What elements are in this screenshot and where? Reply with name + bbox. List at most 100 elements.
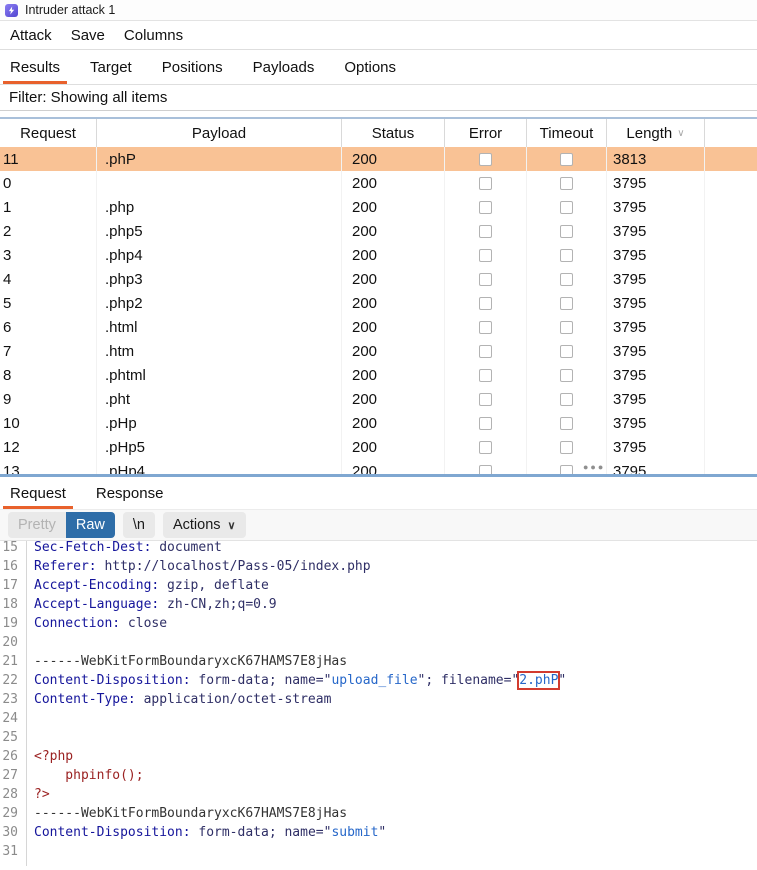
timeout-checkbox[interactable] — [560, 201, 573, 214]
code-token: gzip, deflate — [159, 578, 269, 593]
column-header-payload[interactable]: Payload — [97, 119, 342, 147]
column-header-status[interactable]: Status — [342, 119, 445, 147]
tab-positions[interactable]: Positions — [155, 50, 230, 84]
code-line: Accept-Encoding: gzip, deflate — [34, 576, 757, 595]
filter-label: Filter: Showing all items — [9, 89, 167, 106]
menu-attack[interactable]: Attack — [10, 27, 52, 44]
tab-target[interactable]: Target — [83, 50, 139, 84]
request-editor[interactable]: 1516171819202122232425262728293031 Sec-F… — [0, 541, 757, 866]
error-checkbox[interactable] — [479, 345, 492, 358]
tab-results[interactable]: Results — [3, 50, 67, 84]
error-cell — [445, 171, 527, 195]
table-row[interactable]: 4.php32003795 — [0, 267, 757, 291]
error-cell — [445, 195, 527, 219]
column-header-length[interactable]: Length∨ — [607, 119, 705, 147]
error-checkbox[interactable] — [479, 369, 492, 382]
timeout-checkbox[interactable] — [560, 297, 573, 310]
timeout-cell — [527, 315, 607, 339]
timeout-checkbox[interactable] — [560, 177, 573, 190]
payload-cell: .pht — [97, 387, 342, 411]
error-checkbox[interactable] — [479, 441, 492, 454]
tab-options[interactable]: Options — [337, 50, 403, 84]
error-cell — [445, 243, 527, 267]
error-checkbox[interactable] — [479, 201, 492, 214]
length-cell: 3795 — [607, 171, 705, 195]
menu-columns[interactable]: Columns — [124, 27, 183, 44]
splitter-handle[interactable]: ●●● — [583, 462, 605, 472]
menu-save[interactable]: Save — [71, 27, 105, 44]
panel-splitter[interactable]: ●●● — [0, 474, 757, 477]
timeout-checkbox[interactable] — [560, 369, 573, 382]
line-number: 25 — [0, 728, 18, 747]
filter-bar[interactable]: Filter: Showing all items — [0, 85, 757, 111]
code-token: Content-Disposition: — [34, 673, 191, 688]
length-cell: 3795 — [607, 195, 705, 219]
timeout-checkbox[interactable] — [560, 345, 573, 358]
code-line: Sec-Fetch-Dest: document — [34, 541, 757, 557]
table-row[interactable]: 11.phP2003813 — [0, 147, 757, 171]
timeout-checkbox[interactable] — [560, 441, 573, 454]
table-row[interactable]: 13.pHp42003795 — [0, 459, 757, 474]
actions-button[interactable]: Actions ∨ — [163, 512, 246, 538]
column-header-timeout[interactable]: Timeout — [527, 119, 607, 147]
error-checkbox[interactable] — [479, 153, 492, 166]
code-token: <?php — [34, 749, 73, 764]
request-cell: 11 — [0, 147, 97, 171]
request-cell: 9 — [0, 387, 97, 411]
newline-toggle-button[interactable]: \n — [123, 512, 155, 538]
tab-payloads[interactable]: Payloads — [246, 50, 322, 84]
tab-request[interactable]: Request — [3, 477, 73, 509]
line-number: 22 — [0, 671, 18, 690]
table-row[interactable]: 2.php52003795 — [0, 219, 757, 243]
error-checkbox[interactable] — [479, 321, 492, 334]
table-row[interactable]: 02003795 — [0, 171, 757, 195]
error-checkbox[interactable] — [479, 249, 492, 262]
code-line: ?> — [34, 785, 757, 804]
message-tab-bar: Request Response — [0, 477, 757, 510]
status-cell: 200 — [342, 459, 445, 474]
timeout-checkbox[interactable] — [560, 225, 573, 238]
timeout-checkbox[interactable] — [560, 321, 573, 334]
table-row[interactable]: 6.html2003795 — [0, 315, 757, 339]
table-row[interactable]: 7.htm2003795 — [0, 339, 757, 363]
table-row[interactable]: 1.php2003795 — [0, 195, 757, 219]
table-row[interactable]: 8.phtml2003795 — [0, 363, 757, 387]
timeout-checkbox[interactable] — [560, 417, 573, 430]
timeout-cell — [527, 411, 607, 435]
timeout-cell — [527, 243, 607, 267]
tab-response[interactable]: Response — [89, 477, 171, 509]
timeout-checkbox[interactable] — [560, 249, 573, 262]
error-checkbox[interactable] — [479, 225, 492, 238]
timeout-checkbox[interactable] — [560, 153, 573, 166]
error-cell — [445, 339, 527, 363]
request-cell: 8 — [0, 363, 97, 387]
menu-bar: Attack Save Columns — [0, 21, 757, 50]
error-checkbox[interactable] — [479, 273, 492, 286]
code-token: Accept-Encoding: — [34, 578, 159, 593]
error-checkbox[interactable] — [479, 393, 492, 406]
timeout-checkbox[interactable] — [560, 465, 573, 475]
timeout-checkbox[interactable] — [560, 393, 573, 406]
raw-button[interactable]: Raw — [66, 512, 115, 538]
payload-position-marker: 2.phP — [519, 673, 558, 688]
timeout-checkbox[interactable] — [560, 273, 573, 286]
length-cell: 3795 — [607, 363, 705, 387]
error-checkbox[interactable] — [479, 177, 492, 190]
column-header-request[interactable]: Request — [0, 119, 97, 147]
table-row[interactable]: 12.pHp52003795 — [0, 435, 757, 459]
error-checkbox[interactable] — [479, 417, 492, 430]
column-label-status: Status — [372, 125, 415, 142]
code-line: Referer: http://localhost/Pass-05/index.… — [34, 557, 757, 576]
error-checkbox[interactable] — [479, 465, 492, 475]
table-row[interactable]: 5.php22003795 — [0, 291, 757, 315]
table-row[interactable]: 3.php42003795 — [0, 243, 757, 267]
error-checkbox[interactable] — [479, 297, 492, 310]
column-header-error[interactable]: Error — [445, 119, 527, 147]
filler-cell — [705, 435, 757, 459]
line-number-gutter: 1516171819202122232425262728293031 — [0, 541, 27, 866]
table-row[interactable]: 10.pHp2003795 — [0, 411, 757, 435]
table-row[interactable]: 9.pht2003795 — [0, 387, 757, 411]
length-cell: 3795 — [607, 435, 705, 459]
tab-response-label: Response — [96, 485, 164, 502]
pretty-button[interactable]: Pretty — [8, 512, 66, 538]
